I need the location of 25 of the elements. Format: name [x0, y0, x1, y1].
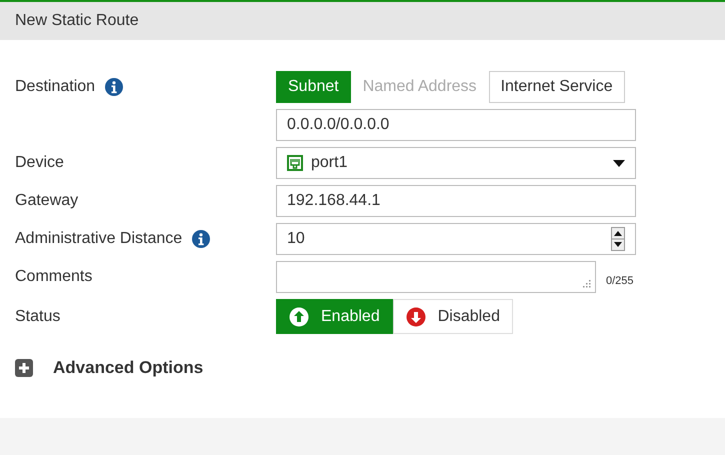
- destination-tab[interactable]: Subnet: [276, 71, 351, 103]
- expand-icon[interactable]: [15, 359, 33, 377]
- info-icon: [105, 78, 124, 96]
- field-label: Destination: [15, 78, 96, 96]
- field-label: Administrative Distance: [15, 230, 182, 248]
- subnet-field[interactable]: 0.0.0.0/0.0.0.0: [276, 109, 636, 141]
- device-dropdown[interactable]: port1: [276, 147, 636, 179]
- spinner-icon[interactable]: [611, 227, 625, 251]
- field-label: Gateway: [15, 192, 80, 210]
- page-title: New Static Route: [15, 12, 139, 30]
- caret-icon: [613, 160, 625, 166]
- gateway-field[interactable]: 192.168.44.1: [276, 185, 636, 217]
- character-counter: 0/255: [606, 275, 634, 287]
- resize-handle-icon[interactable]: [582, 279, 591, 288]
- section-toggle[interactable]: Advanced Options: [53, 358, 204, 378]
- field-label: Status: [15, 308, 62, 326]
- port-icon: [287, 155, 303, 171]
- destination-tab[interactable]: Internet Service: [488, 71, 625, 103]
- info-icon: [192, 230, 210, 248]
- field-label: Comments: [15, 268, 94, 286]
- distance-field[interactable]: 10: [276, 223, 636, 255]
- status-toggle[interactable]: Enabled: [276, 299, 393, 334]
- field-label: Device: [15, 154, 65, 172]
- comments-field[interactable]: [276, 261, 596, 293]
- status-toggle[interactable]: Disabled: [392, 299, 513, 334]
